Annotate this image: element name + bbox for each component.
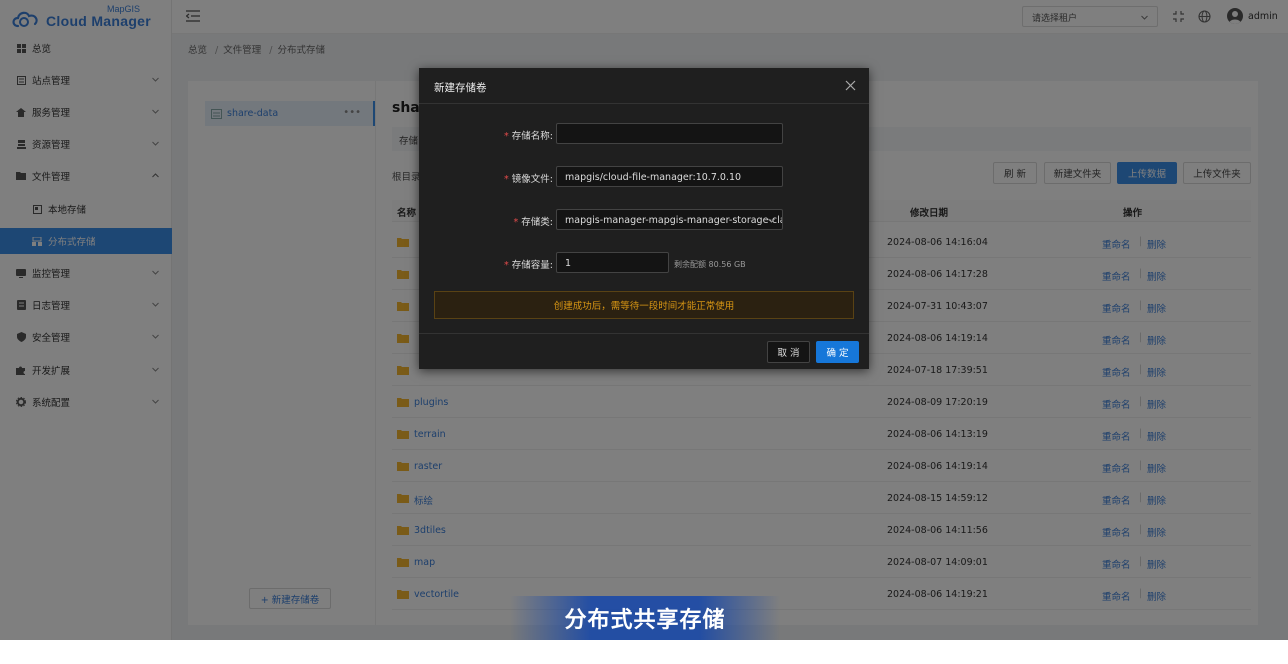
dialog-title: 新建存储卷 — [434, 82, 487, 94]
chevron-down-icon — [768, 218, 775, 223]
cancel-button[interactable]: 取 消 — [767, 341, 810, 363]
create-volume-dialog: 新建存储卷 * 存储名称: * 镜像文件: mapgis/cloud-file-ma… — [419, 68, 869, 369]
storage-name-label: * 存储名称: — [504, 131, 553, 142]
confirm-button[interactable]: 确 定 — [816, 341, 859, 363]
storage-class-value: mapgis-manager-mapgis-manager-storage-cl… — [565, 215, 783, 226]
app-window: MapGIS Cloud Manager 总览 站点管理 服务管理 资源管理 文… — [0, 0, 1288, 640]
close-icon[interactable] — [845, 80, 856, 91]
storage-class-select[interactable]: mapgis-manager-mapgis-manager-storage-cl… — [556, 209, 783, 230]
capacity-label: * 存储容量: — [504, 260, 553, 271]
divider — [419, 333, 869, 334]
storage-name-input[interactable] — [556, 123, 783, 144]
bottom-strip — [0, 640, 1288, 664]
capacity-hint: 剩余配额 80.56 GB — [674, 260, 746, 269]
video-caption: 分布式共享存储 — [510, 596, 780, 640]
storage-class-label: * 存储类: — [513, 217, 553, 228]
divider — [419, 103, 869, 104]
warning-alert: 创建成功后，需等待一段时间才能正常使用 — [434, 291, 854, 319]
capacity-input[interactable]: 1 — [556, 252, 669, 273]
image-file-input[interactable]: mapgis/cloud-file-manager:10.7.0.10 — [556, 166, 783, 187]
image-file-label: * 镜像文件: — [504, 174, 553, 185]
